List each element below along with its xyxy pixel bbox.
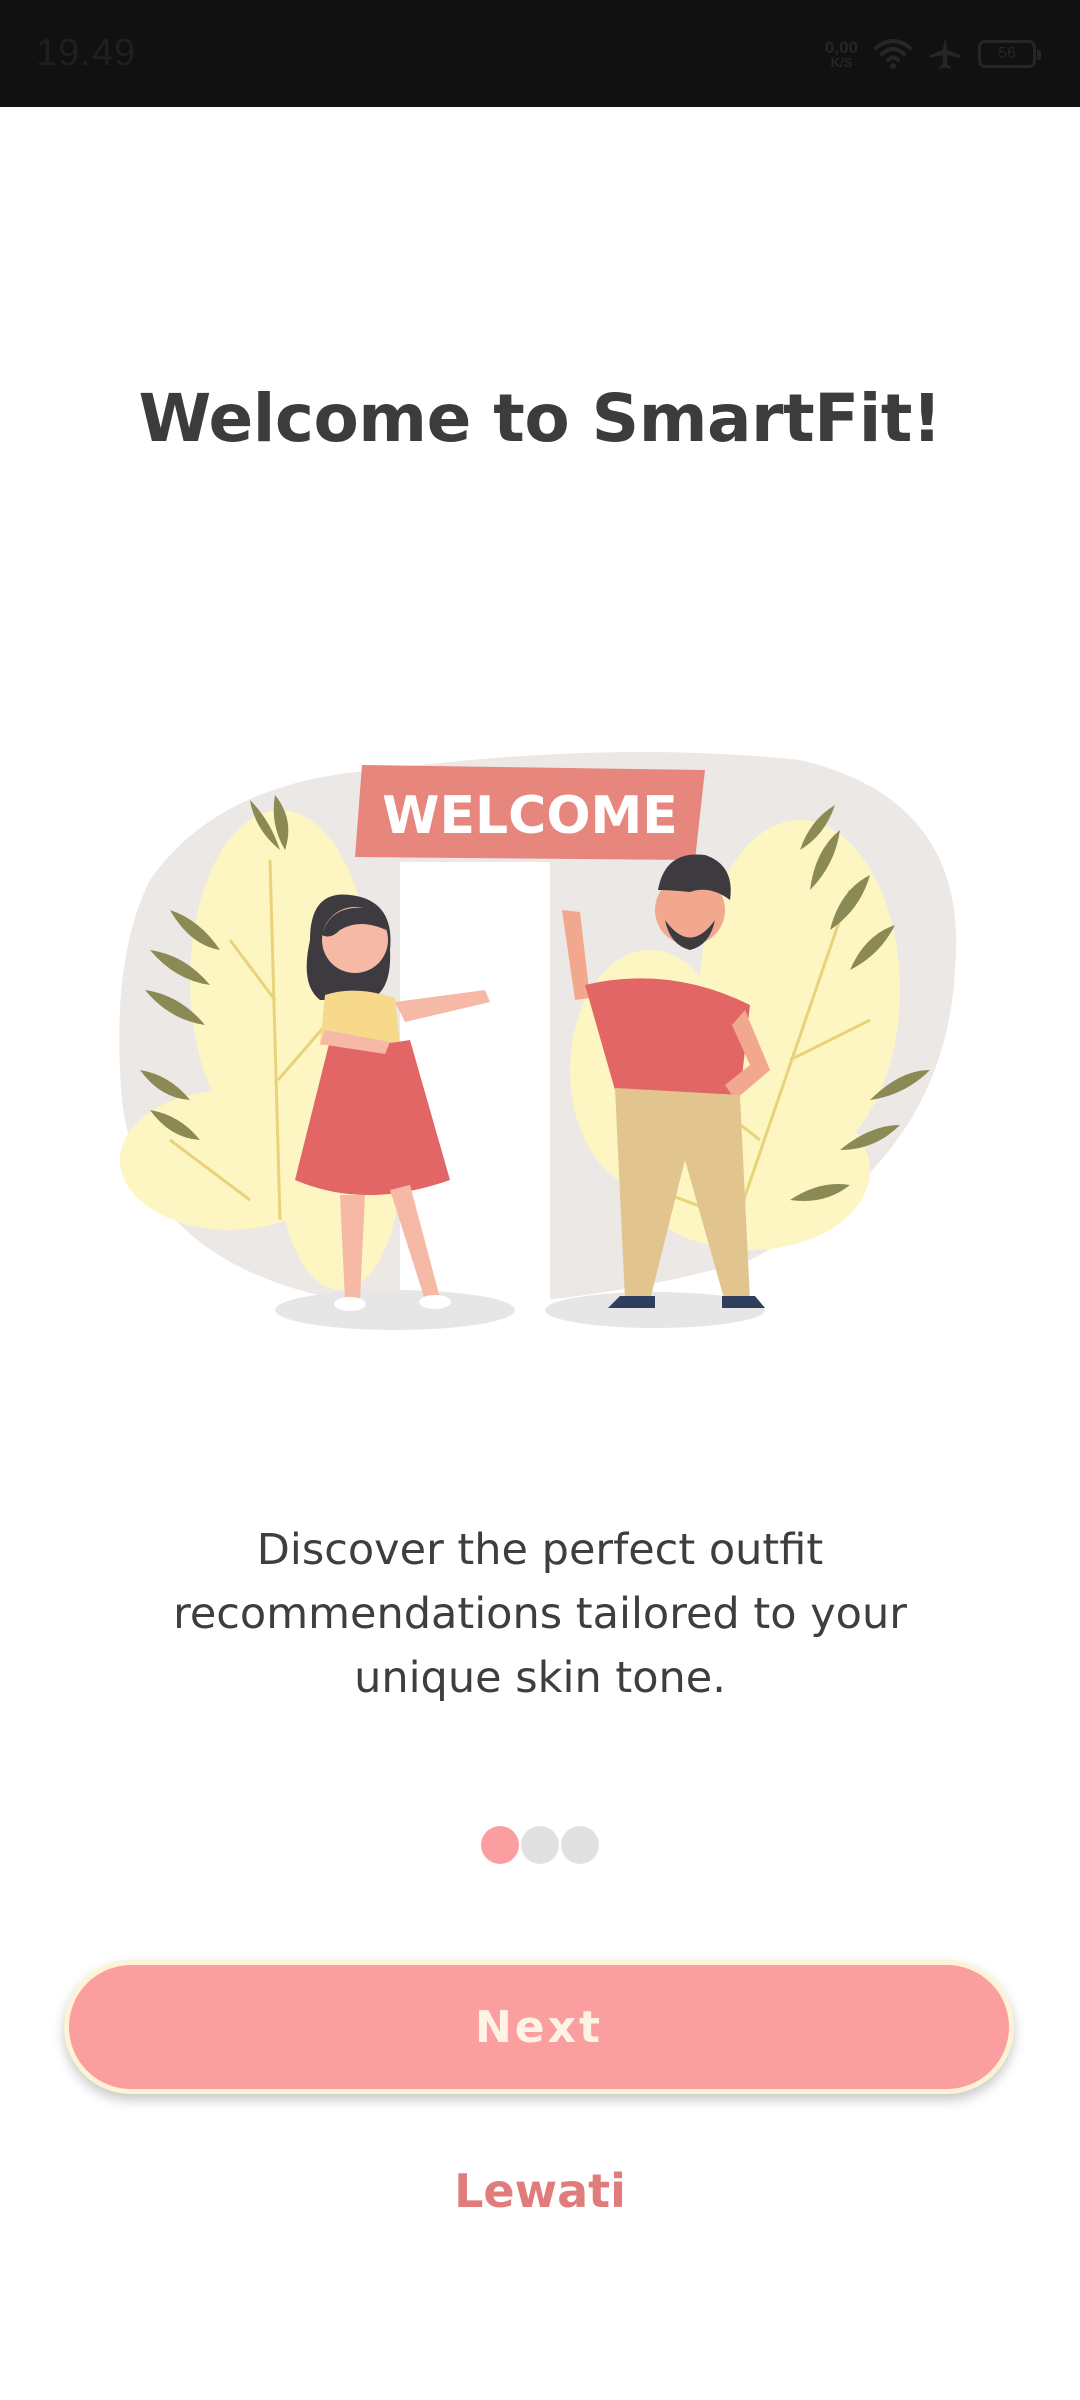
battery-icon: 56 — [978, 40, 1041, 68]
page-indicator — [0, 1826, 1080, 1864]
page-title: Welcome to SmartFit! — [138, 380, 942, 457]
next-button[interactable]: Next — [64, 1960, 1014, 2094]
next-button-label: Next — [474, 2001, 604, 2053]
network-speed-unit: K/S — [830, 55, 853, 70]
battery-level: 56 — [998, 45, 1016, 62]
page-indicator-dot-2[interactable] — [521, 1826, 559, 1864]
welcome-sign-text: WELCOME — [382, 786, 678, 846]
status-icons: 0,00 K/S 56 — [825, 30, 1041, 78]
page-indicator-dot-1[interactable] — [481, 1826, 519, 1864]
network-speed-value: 0,00 — [824, 38, 858, 57]
network-speed: 0,00 K/S — [825, 39, 858, 69]
status-bar: 19.49 0,00 K/S 56 — [0, 0, 1080, 107]
skip-link[interactable]: Lewati — [0, 2164, 1080, 2218]
wifi-icon — [874, 38, 912, 70]
onboarding-screen: 19.49 0,00 K/S 56 Welcome to SmartFit! W… — [0, 0, 1080, 2400]
airplane-icon — [928, 37, 962, 71]
onboarding-description: Discover the perfect outfit recommendati… — [173, 1525, 907, 1703]
status-time: 19.49 — [36, 32, 137, 74]
page-indicator-dot-3[interactable] — [561, 1826, 599, 1864]
welcome-illustration: WELCOME — [119, 752, 957, 1332]
